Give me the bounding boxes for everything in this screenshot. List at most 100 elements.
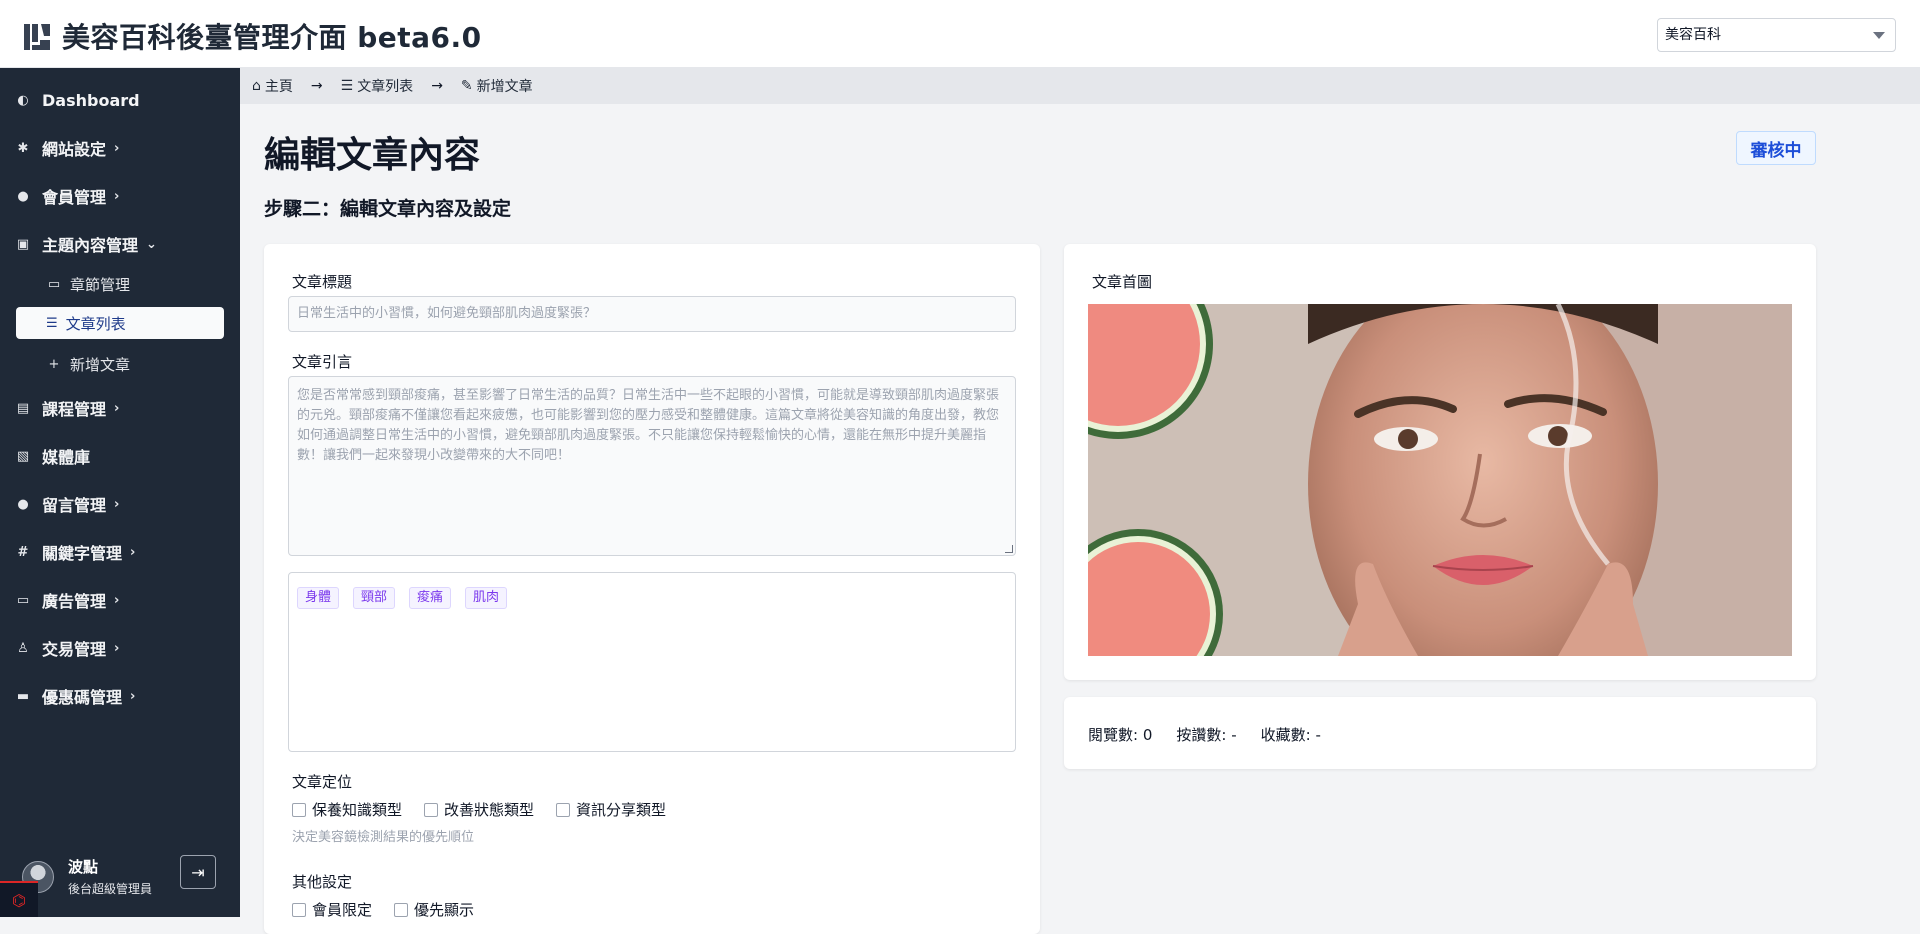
tag-chip[interactable]: 痠痛 [409, 587, 452, 609]
chapter-icon: ▭ [47, 276, 61, 292]
sidebar-item-label: 廣告管理 [42, 592, 107, 611]
checkbox[interactable] [556, 802, 571, 817]
app-logo-icon [24, 24, 50, 50]
tag-chip[interactable]: 身體 [297, 587, 340, 609]
views-count: 閱覽數: 0 [1088, 726, 1153, 744]
sidebar-subitem-label: 章節管理 [70, 275, 131, 294]
title-label: 文章標題 [292, 273, 353, 291]
resize-handle-icon[interactable] [1005, 545, 1013, 553]
sidebar-item-courses[interactable]: ▤ 課程管理 › [16, 395, 120, 421]
logout-button[interactable]: ⇥ [180, 855, 216, 889]
breadcrumb-list[interactable]: ☰ 文章列表 [341, 76, 414, 96]
chevron-right-icon: › [114, 592, 120, 608]
money-bag-icon: ♙ [17, 640, 29, 656]
logout-icon: ⇥ [191, 862, 205, 882]
tag-chip[interactable]: 肌肉 [465, 587, 508, 609]
list-icon: ☰ [46, 315, 58, 331]
checkbox-label: 資訊分享類型 [576, 801, 667, 819]
excerpt-textarea[interactable]: 您是否常常感到頸部痠痛，甚至影響了日常生活的品質？日常生活中一些不起眼的小習慣，… [288, 376, 1016, 556]
checkbox[interactable] [292, 802, 306, 817]
user-profile[interactable]: 波點 後台超級管理員 [22, 856, 152, 897]
sidebar-item-label: 課程管理 [42, 400, 107, 419]
sidebar-item-label: 關鍵字管理 [42, 544, 123, 563]
status-badge[interactable]: 審核中 [1736, 131, 1816, 165]
cover-image-card: 文章首圖 [1064, 244, 1816, 680]
position-option-improve[interactable]: 改善狀態類型 [424, 799, 534, 820]
site-selector[interactable]: 美容百科 [1657, 18, 1896, 52]
sidebar-item-label: 會員管理 [42, 188, 107, 207]
user-role: 後台超級管理員 [68, 882, 153, 896]
sidebar-subitem-chapters[interactable]: ▭ 章節管理 [46, 271, 130, 297]
excerpt-placeholder: 您是否常常感到頸部痠痛，甚至影響了日常生活的品質？日常生活中一些不起眼的小習慣，… [297, 388, 1000, 463]
sidebar-item-label: 媒體庫 [42, 448, 91, 467]
laravel-icon[interactable]: ⌬ [0, 881, 38, 917]
sidebar-item-label: 網站設定 [42, 140, 107, 159]
site-selector-value: 美容百科 [1665, 27, 1721, 43]
favorites-count: 收藏數: - [1260, 726, 1321, 744]
ticket-icon: ▬ [16, 688, 30, 704]
chevron-down-icon [1873, 32, 1885, 39]
stats-row: 閱覽數: 0 按讚數: - 收藏數: - [1088, 724, 1321, 745]
cover-label: 文章首圖 [1092, 273, 1153, 291]
sidebar: ◐ Dashboard ✱ 網站設定 › ● 會員管理 › ▣ 主題內容管理 ⌄… [0, 68, 240, 917]
sidebar-item-label: 主題內容管理 [42, 236, 139, 255]
breadcrumb-home[interactable]: ⌂ 主頁 [252, 76, 293, 96]
position-option-info[interactable]: 資訊分享類型 [556, 799, 666, 820]
chevron-right-icon: › [114, 188, 120, 204]
sidebar-item-coupons[interactable]: ▬ 優惠碼管理 › [16, 683, 136, 709]
edit-icon: ✎ [460, 78, 473, 94]
sidebar-item-keywords[interactable]: # 關鍵字管理 › [16, 539, 136, 565]
sidebar-item-transactions[interactable]: ♙ 交易管理 › [16, 635, 119, 661]
checkbox[interactable] [292, 902, 306, 917]
chevron-right-icon: › [114, 400, 120, 416]
sidebar-subitem-new-article[interactable]: + 新增文章 [46, 351, 130, 377]
cover-image[interactable] [1088, 304, 1792, 656]
palette-icon: ◐ [17, 92, 29, 108]
title-input[interactable]: 日常生活中的小習慣，如何避免頸部肌肉過度緊張？ [288, 296, 1016, 332]
sidebar-subitem-label: 新增文章 [70, 355, 131, 374]
cover-photo-illustration [1088, 304, 1792, 656]
sidebar-item-media[interactable]: ▧ 媒體庫 [16, 443, 90, 469]
excerpt-label: 文章引言 [292, 353, 353, 371]
brand[interactable]: 美容百科後臺管理介面 beta6.0 [22, 16, 482, 56]
chevron-down-icon: ⌄ [146, 236, 157, 252]
sidebar-subitem-articles[interactable]: ☰ 文章列表 [16, 307, 224, 339]
sidebar-item-comments[interactable]: ● 留言管理 › [16, 491, 119, 517]
sidebar-item-content[interactable]: ▣ 主題內容管理 ⌄ [16, 231, 157, 257]
sidebar-item-members[interactable]: ● 會員管理 › [16, 183, 119, 209]
other-settings-label: 其他設定 [292, 873, 353, 891]
article-form-card: 文章標題 日常生活中的小習慣，如何避免頸部肌肉過度緊張？ 文章引言 您是否常常感… [264, 244, 1040, 934]
checkbox[interactable] [424, 802, 439, 817]
likes-count: 按讚數: - [1176, 726, 1237, 744]
sidebar-item-label: Dashboard [42, 90, 140, 110]
sidebar-item-label: 交易管理 [42, 640, 107, 659]
checkbox[interactable] [394, 902, 409, 917]
sidebar-item-ads[interactable]: ▭ 廣告管理 › [16, 587, 120, 613]
plus-icon: + [48, 356, 60, 372]
arrow-right-icon: → [431, 78, 443, 94]
sidebar-item-label: 留言管理 [42, 496, 107, 515]
sidebar-item-site-settings[interactable]: ✱ 網站設定 › [16, 135, 120, 161]
checkbox-label: 改善狀態類型 [444, 801, 535, 819]
chevron-right-icon: › [114, 496, 120, 512]
ad-icon: ▭ [16, 592, 30, 608]
hashtag-icon: # [17, 544, 29, 560]
position-option-care[interactable]: 保養知識類型 [292, 799, 402, 820]
position-hint: 決定美容鏡檢測結果的優先順位 [292, 830, 475, 845]
user-info: 波點 後台超級管理員 [68, 856, 152, 897]
breadcrumb: ⌂ 主頁 → ☰ 文章列表 → ✎ 新增文章 [240, 68, 1920, 104]
book-icon: ▣ [16, 236, 30, 252]
page-title: 編輯文章內容 [264, 135, 481, 176]
tags-input[interactable]: 身體 頸部 痠痛 肌肉 [288, 572, 1016, 752]
breadcrumb-list-label: 文章列表 [357, 79, 414, 95]
breadcrumb-current[interactable]: ✎ 新增文章 [461, 76, 533, 96]
course-icon: ▤ [16, 400, 30, 416]
users-icon: ● [17, 188, 29, 204]
app-title: 美容百科後臺管理介面 beta6.0 [62, 21, 482, 54]
breadcrumb-home-label: 主頁 [264, 79, 293, 95]
list-icon: ☰ [340, 78, 354, 94]
chevron-right-icon: › [114, 140, 120, 156]
chevron-right-icon: › [130, 544, 136, 560]
sidebar-item-dashboard[interactable]: ◐ Dashboard [16, 87, 140, 113]
tag-chip[interactable]: 頸部 [353, 587, 396, 609]
